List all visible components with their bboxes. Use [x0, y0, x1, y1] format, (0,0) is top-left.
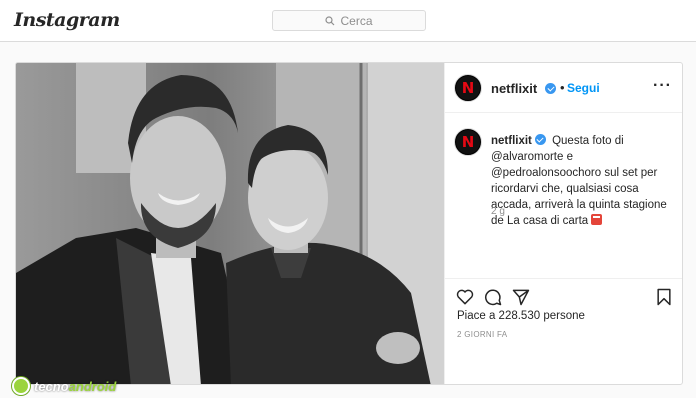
comment-icon[interactable] [483, 287, 503, 307]
post-photo[interactable] [16, 63, 444, 384]
clapper-board-icon [591, 214, 603, 225]
verified-icon [545, 83, 556, 94]
post-header: N netflixit • Segui ··· [445, 63, 682, 113]
avatar-inner: N [456, 130, 480, 154]
search-placeholder: Cerca [340, 13, 373, 28]
watermark: tecnoandroid [12, 376, 132, 396]
instagram-logo[interactable]: Instagram [14, 9, 120, 31]
watermark-text: tecnoandroid [34, 379, 116, 394]
caption-avatar[interactable]: N [454, 128, 482, 156]
watermark-badge-icon [12, 377, 30, 395]
netflix-logo-icon: N [461, 78, 475, 97]
post-sidebar: N netflixit • Segui ··· N netflixit Ques… [444, 63, 682, 384]
heart-icon[interactable] [455, 287, 475, 307]
verified-icon [534, 134, 546, 145]
caption-username[interactable]: netflixit [491, 135, 532, 147]
share-icon[interactable] [511, 287, 531, 307]
avatar[interactable]: N [454, 74, 482, 102]
netflix-logo-icon: N [461, 132, 475, 151]
top-navigation-bar: Instagram Cerca [0, 0, 696, 42]
caption-age: 2 g [491, 206, 505, 217]
follow-button[interactable]: Segui [567, 81, 600, 95]
like-count[interactable]: Piace a 228.530 persone [457, 310, 585, 322]
search-icon [325, 15, 335, 25]
post-caption: netflixit Questa foto di @alvaromorte e … [491, 133, 681, 229]
search-box[interactable]: Cerca [272, 10, 426, 31]
post-author-username[interactable]: netflixit [491, 81, 537, 96]
bookmark-icon[interactable] [654, 287, 674, 307]
photo-illustration [16, 63, 444, 384]
separator-dot: • [560, 80, 565, 95]
more-options-icon[interactable]: ··· [653, 78, 672, 94]
avatar-inner: N [456, 76, 480, 100]
post-date[interactable]: 2 GIORNI FA [457, 330, 507, 339]
post-card: N netflixit • Segui ··· N netflixit Ques… [15, 62, 683, 385]
watermark-text-main: tecno [34, 378, 69, 394]
post-actions: Piace a 228.530 persone 2 GIORNI FA [445, 278, 682, 384]
watermark-text-accent: android [68, 378, 117, 394]
caption-text: Questa foto di @alvaromorte e @pedroalon… [491, 135, 667, 227]
